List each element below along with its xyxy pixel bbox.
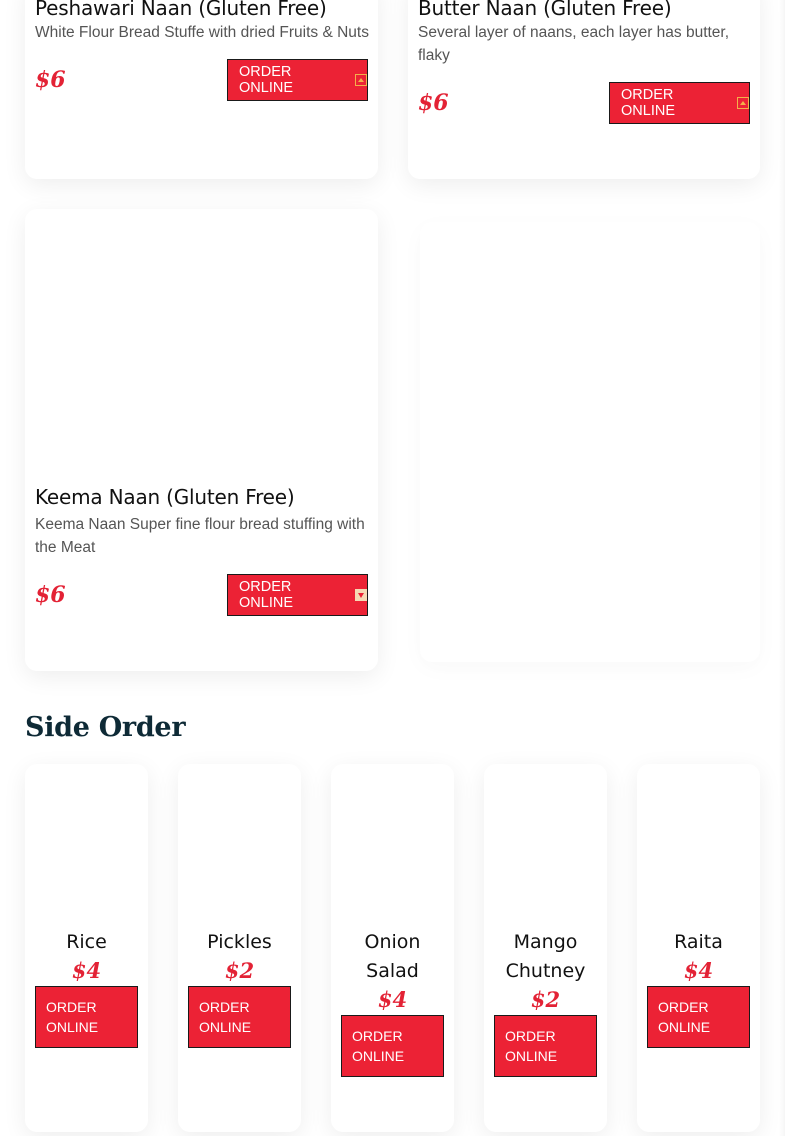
- empty-card-placeholder: [420, 222, 760, 662]
- side-card-onion-salad: Onion Salad $4 ORDER ONLINE: [331, 764, 454, 1132]
- item-price: $6: [35, 67, 66, 93]
- item-title: Peshawari Naan (Gluten Free): [35, 0, 327, 20]
- order-online-label: ORDER ONLINE: [621, 87, 675, 119]
- item-title: Butter Naan (Gluten Free): [418, 0, 672, 20]
- side-item-name: Pickles: [207, 931, 272, 953]
- menu-card-peshawari-naan: Peshawari Naan (Gluten Free) White Flour…: [25, 0, 378, 179]
- arrow-down-box-icon: [355, 589, 367, 601]
- section-heading-side-order: Side Order: [25, 712, 186, 743]
- side-item-name: Mango Chutney: [505, 931, 586, 982]
- side-item-price: $4: [71, 958, 102, 983]
- order-online-button[interactable]: ORDER ONLINE: [341, 1015, 444, 1077]
- order-online-button[interactable]: ORDER ONLINE: [227, 59, 368, 101]
- side-card-mango-chutney: Mango Chutney $2 ORDER ONLINE: [484, 764, 607, 1132]
- side-item-name: Raita: [674, 931, 723, 953]
- menu-card-butter-naan: Butter Naan (Gluten Free) Several layer …: [408, 0, 760, 179]
- side-item-price: $4: [683, 958, 714, 983]
- menu-card-keema-naan: Keema Naan (Gluten Free) Keema Naan Supe…: [25, 209, 378, 671]
- arrow-up-box-icon: [355, 74, 367, 86]
- order-online-button[interactable]: ORDER ONLINE: [35, 986, 138, 1048]
- side-card-rice: Rice $4 ORDER ONLINE: [25, 764, 148, 1132]
- item-title: Keema Naan (Gluten Free): [35, 485, 295, 509]
- item-description: Several layer of naans, each layer has b…: [418, 24, 730, 64]
- side-item-name: Rice: [66, 931, 107, 953]
- side-item-price: $2: [530, 987, 561, 1012]
- item-description: White Flour Bread Stuffe with dried Frui…: [35, 24, 369, 41]
- order-online-button[interactable]: ORDER ONLINE: [609, 82, 750, 124]
- order-online-button[interactable]: ORDER ONLINE: [494, 1015, 597, 1077]
- item-price: $6: [418, 90, 449, 116]
- item-description: Keema Naan Super fine flour bread stuffi…: [35, 516, 365, 556]
- side-card-pickles: Pickles $2 ORDER ONLINE: [178, 764, 301, 1132]
- side-item-price: $4: [377, 987, 408, 1012]
- scroll-edge-shadow: [779, 0, 785, 1136]
- order-online-label: ORDER ONLINE: [239, 579, 293, 611]
- order-online-button[interactable]: ORDER ONLINE: [227, 574, 368, 616]
- side-item-price: $2: [224, 958, 255, 983]
- side-item-name: Onion Salad: [364, 931, 421, 982]
- order-online-label: ORDER ONLINE: [239, 64, 293, 96]
- side-card-raita: Raita $4 ORDER ONLINE: [637, 764, 760, 1132]
- order-online-button[interactable]: ORDER ONLINE: [188, 986, 291, 1048]
- item-price: $6: [35, 582, 66, 608]
- arrow-up-box-icon: [737, 97, 749, 109]
- order-online-button[interactable]: ORDER ONLINE: [647, 986, 750, 1048]
